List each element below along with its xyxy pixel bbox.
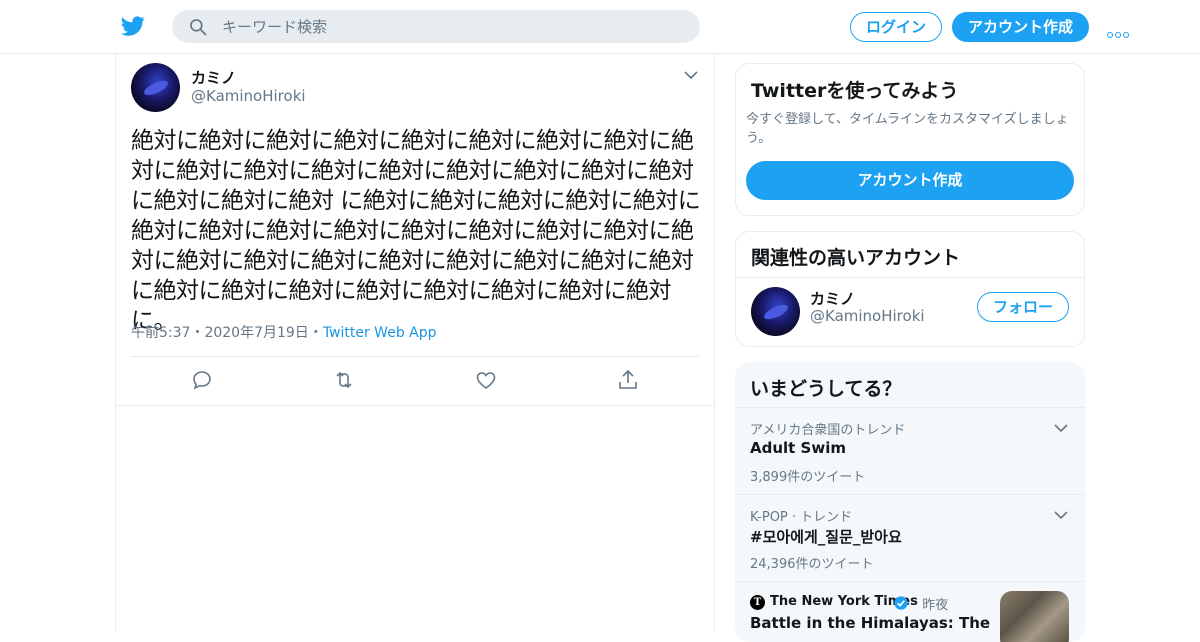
chevron-down-icon[interactable] [1054,423,1068,433]
tweet-text: 絶対に絶対に絶対に絶対に絶対に絶対に絶対に絶対に絶対に絶対に絶対に絶対に絶対に絶… [131,128,701,334]
like-icon[interactable] [474,368,498,392]
signup-button[interactable]: アカウント作成 [952,12,1089,42]
related-account-handle[interactable]: @KaminoHiroki [810,307,925,325]
meta-separator: ・ [308,325,323,341]
author-handle[interactable]: @KaminoHiroki [191,87,306,105]
divider [116,405,714,406]
trend-item[interactable]: K-POP · トレンド #모아에게_질문_받아요 24,396件のツイート [735,494,1085,582]
related-accounts-card: 関連性の高いアカウント カミノ @KaminoHiroki フォロー [735,231,1085,347]
trends-panel: いまどうしてる？ アメリカ合衆国のトレンド Adult Swim 3,899件の… [735,362,1085,642]
search-input[interactable] [222,10,682,43]
twitter-bird-icon[interactable] [120,14,146,38]
divider [131,356,700,357]
news-thumbnail[interactable] [1000,591,1069,642]
verified-icon [894,596,908,610]
trend-name: #모아에게_질문_받아요 [750,528,902,546]
more-icon[interactable] [1107,23,1131,38]
trends-title: いまどうしてる？ [750,378,902,400]
news-title: Battle in the Himalayas: The [750,614,991,632]
trend-context: K-POP · トレンド [750,510,853,525]
login-button[interactable]: ログイン [850,12,942,42]
trend-context: アメリカ合衆国のトレンド [750,423,906,438]
tweet-source-link[interactable]: Twitter Web App [323,325,437,341]
trend-count: 24,396件のツイート [750,557,874,572]
reply-icon[interactable] [190,368,214,392]
signup-card: Twitterを使ってみよう 今すぐ登録して、タイムラインをカスタマイズしましょ… [735,63,1085,216]
trend-name: Adult Swim [750,439,846,457]
trend-item[interactable]: アメリカ合衆国のトレンド Adult Swim 3,899件のツイート [735,407,1085,495]
tweet-metadata: 午前5:37・2020年7月19日・Twitter Web App [131,322,437,342]
search-icon [190,19,207,36]
share-icon[interactable] [616,368,640,392]
trend-count: 3,899件のツイート [750,470,866,485]
retweet-icon[interactable] [332,368,356,392]
tweet-time[interactable]: 午前5:37 [131,325,190,341]
news-item[interactable]: T The New York Times · 昨夜 Battle in the … [735,581,1085,642]
signup-card-description: 今すぐ登録して、タイムラインをカスタマイズしましょう。 [746,112,1069,146]
author-name[interactable]: カミノ [191,67,236,88]
search-bar[interactable] [172,10,700,43]
chevron-down-icon[interactable] [684,70,698,80]
related-accounts-title: 関連性の高いアカウント [751,247,961,269]
tweet-detail: カミノ @KaminoHiroki 絶対に絶対に絶対に絶対に絶対に絶対に絶対に絶… [115,54,715,630]
chevron-down-icon[interactable] [1054,510,1068,520]
news-source-logo: T [750,595,765,610]
signup-card-button[interactable]: アカウント作成 [746,161,1074,200]
divider [736,277,1084,278]
avatar[interactable] [131,63,180,112]
signup-card-title: Twitterを使ってみよう [751,80,959,102]
top-navigation-bar: ログイン アカウント作成 [0,0,1200,54]
tweet-date[interactable]: 2020年7月19日 [204,325,308,341]
follow-button[interactable]: フォロー [977,292,1069,322]
news-time: · 昨夜 [914,598,949,613]
tweet-actions [116,368,714,392]
related-account-name[interactable]: カミノ [810,288,855,309]
meta-separator: ・ [190,325,205,341]
avatar[interactable] [751,287,800,336]
